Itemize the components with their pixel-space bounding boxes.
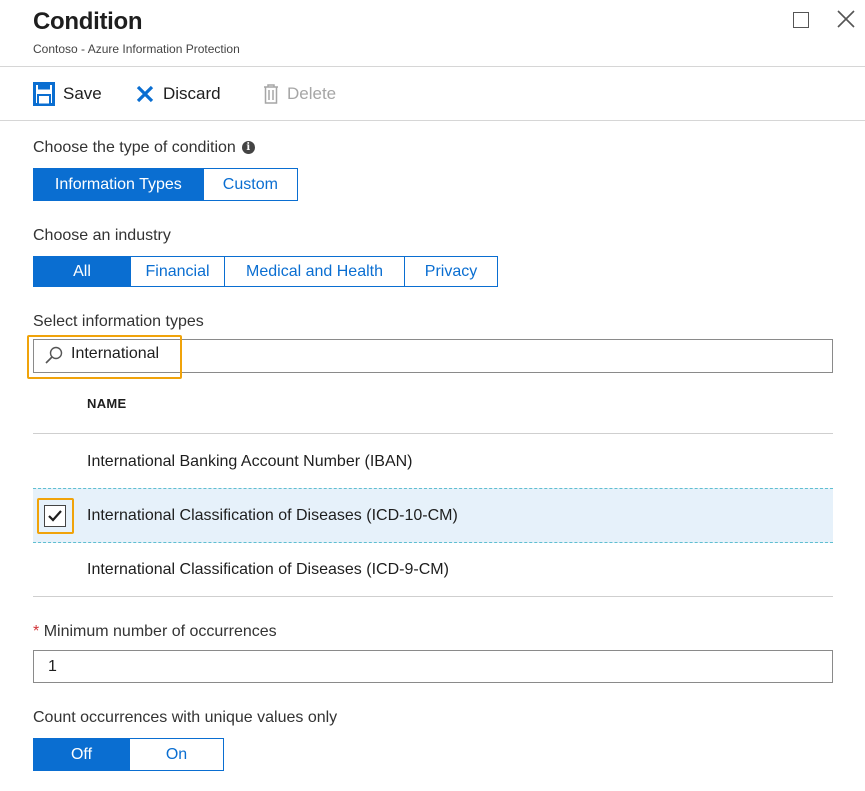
on-option[interactable]: On [128,739,223,770]
close-icon[interactable] [835,8,857,30]
min-occurrences-label-row: * Minimum number of occurrences [33,623,277,641]
maximize-icon[interactable] [793,12,809,28]
trash-icon [264,84,278,104]
list-item[interactable]: International Banking Account Number (IB… [87,453,413,471]
industry-all-option[interactable]: All [34,257,130,286]
list-footer-divider [33,596,833,597]
industry-privacy-option[interactable]: Privacy [404,257,497,286]
list-item[interactable]: International Classification of Diseases… [87,507,458,525]
row-checkbox[interactable] [44,505,66,527]
required-marker: * [33,623,40,640]
industry-label: Choose an industry [33,227,171,244]
industry-financial-option[interactable]: Financial [130,257,224,286]
info-types-label: Select information types [33,313,204,330]
delete-button[interactable]: Delete [263,80,336,108]
discard-label: Discard [163,84,221,103]
checkmark-icon [48,510,62,522]
info-icon[interactable]: i [241,141,255,155]
condition-type-label-row: Choose the type of condition i [33,139,255,157]
save-icon [33,82,55,106]
save-button[interactable]: Save [33,80,102,108]
list-header-divider [33,433,833,434]
blade-title: Condition [33,8,143,35]
discard-button[interactable]: Discard [135,80,221,108]
condition-type-toggle: Information Types Custom [33,168,298,201]
industry-toggle: All Financial Medical and Health Privacy [33,256,498,287]
unique-values-toggle: Off On [33,738,224,771]
header-divider [0,66,865,67]
min-occurrences-label: Minimum number of occurrences [43,623,277,640]
min-occurrences-input[interactable]: 1 [33,650,833,683]
off-option[interactable]: Off [34,739,129,770]
condition-type-label: Choose the type of condition [33,139,236,156]
list-item[interactable]: International Classification of Diseases… [87,561,449,579]
blade-subtitle: Contoso - Azure Information Protection [33,42,240,56]
information-types-option[interactable]: Information Types [34,169,203,200]
toolbar-divider [0,120,865,121]
delete-label: Delete [287,84,337,103]
custom-option[interactable]: Custom [202,169,297,200]
search-highlight [27,335,182,379]
save-label: Save [63,84,102,103]
industry-medical-option[interactable]: Medical and Health [224,257,404,286]
unique-values-label: Count occurrences with unique values onl… [33,709,338,726]
name-column-header[interactable]: NAME [87,396,126,411]
discard-icon [136,85,154,103]
